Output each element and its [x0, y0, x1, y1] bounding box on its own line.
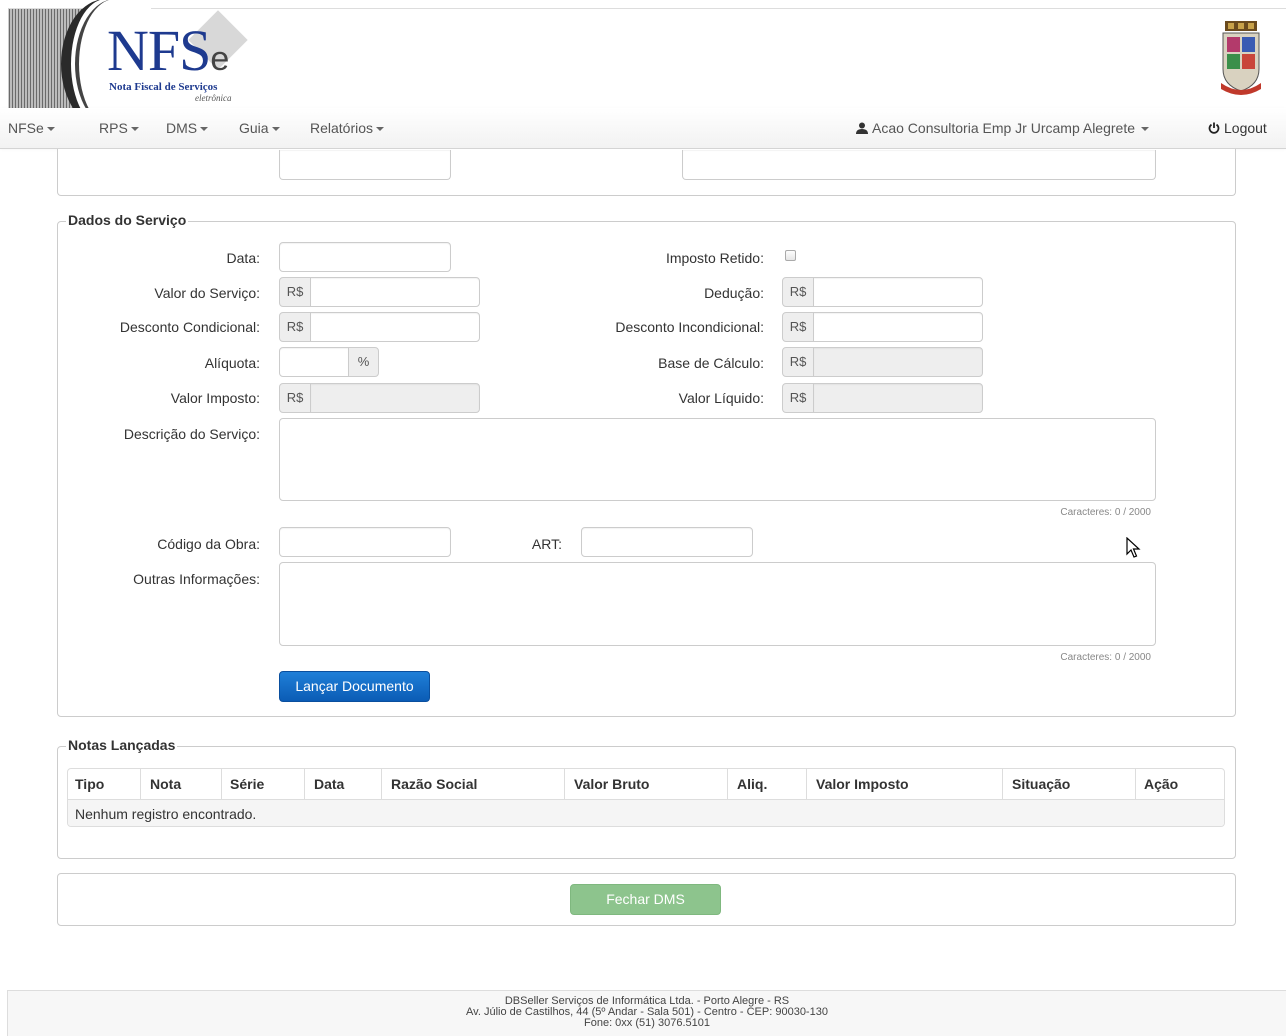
power-icon	[1208, 122, 1220, 134]
col-header-tipo[interactable]: Tipo	[75, 769, 104, 799]
user-dropdown[interactable]: Acao Consultoria Emp Jr Urcamp Alegrete	[856, 108, 1149, 148]
desconto-incondicional-input[interactable]	[813, 312, 983, 342]
col-header-situacao[interactable]: Situação	[1012, 769, 1070, 799]
nav-rps[interactable]: RPS	[99, 108, 139, 148]
previous-input-right[interactable]	[682, 150, 1156, 180]
label-data: Data:	[226, 250, 260, 266]
col-header-valor-bruto[interactable]: Valor Bruto	[574, 769, 649, 799]
footer-phone: Fone: 0xx (51) 3076.5101	[584, 1017, 710, 1029]
label-imposto-retido: Imposto Retido:	[665, 250, 764, 266]
chevron-down-icon	[376, 127, 385, 132]
nav-relatorios[interactable]: Relatórios	[310, 108, 385, 148]
base-calculo-currency-addon: R$	[782, 347, 814, 377]
col-header-serie[interactable]: Série	[230, 769, 264, 799]
label-desconto-incondicional: Desconto Incondicional:	[615, 319, 764, 335]
art-input[interactable]	[581, 527, 753, 557]
logout-button[interactable]: Logout	[1208, 108, 1267, 148]
label-descricao-servico: Descrição do Serviço:	[123, 426, 260, 442]
label-desconto-condicional: Desconto Condicional:	[119, 319, 260, 335]
column-divider	[381, 769, 382, 799]
codigo-obra-input[interactable]	[279, 527, 451, 557]
column-divider	[221, 769, 222, 799]
mouse-cursor-icon	[1126, 537, 1141, 558]
label-art: ART:	[531, 536, 562, 552]
label-outras-informacoes: Outras Informações:	[133, 571, 260, 587]
label-aliquota: Alíquota:	[204, 355, 260, 371]
lancar-documento-button[interactable]: Lançar Documento	[279, 671, 430, 702]
label-codigo-obra: Código da Obra:	[157, 536, 260, 552]
nav-guia[interactable]: Guia	[239, 108, 280, 148]
label-deducao: Dedução:	[704, 285, 764, 301]
previous-input-left[interactable]	[279, 150, 451, 180]
chevron-down-icon	[46, 127, 55, 132]
user-icon	[856, 122, 868, 134]
valor-liquido-input	[813, 383, 983, 413]
col-header-acao[interactable]: Ação	[1144, 769, 1178, 799]
valor-liquido-currency-addon: R$	[782, 383, 814, 413]
column-divider	[564, 769, 565, 799]
servico-legend: Dados do Serviço	[66, 212, 189, 228]
nav-nfse[interactable]: NFSe	[8, 108, 55, 148]
notas-table: Tipo Nota Série Data Razão Social Valor …	[67, 768, 1225, 827]
valor-imposto-input	[310, 383, 480, 413]
nav-dms[interactable]: DMS	[166, 108, 209, 148]
deducao-currency-addon: R$	[782, 277, 814, 307]
col-header-aliq[interactable]: Aliq.	[737, 769, 767, 799]
outras-char-counter: Caracteres: 0 / 2000	[1060, 652, 1151, 663]
column-divider	[140, 769, 141, 799]
logo-subtitle-eletronica: eletrônica	[195, 93, 232, 103]
label-valor-liquido: Valor Líquido:	[678, 390, 764, 406]
label-valor-servico: Valor do Serviço:	[154, 285, 260, 301]
navbar-overlay: NFSe RPS DMS Guia Relatórios Acao Consul…	[0, 108, 1286, 148]
column-divider	[806, 769, 807, 799]
col-header-data[interactable]: Data	[314, 769, 344, 799]
column-divider	[1135, 769, 1136, 799]
nfse-logo: NFSe	[107, 18, 229, 83]
col-header-valor-imposto[interactable]: Valor Imposto	[816, 769, 909, 799]
col-header-nota[interactable]: Nota	[150, 769, 181, 799]
valor-imposto-currency-addon: R$	[279, 383, 311, 413]
chevron-down-icon	[200, 127, 209, 132]
valor-servico-input[interactable]	[310, 277, 480, 307]
chevron-down-icon	[130, 127, 139, 132]
chevron-down-icon	[1141, 127, 1149, 132]
table-empty-row: Nenhum registro encontrado.	[68, 799, 1224, 826]
logo-subtitle: Nota Fiscal de Serviços	[109, 81, 218, 93]
deducao-input[interactable]	[813, 277, 983, 307]
city-crest-icon	[1221, 21, 1261, 95]
descricao-servico-textarea[interactable]	[279, 418, 1156, 501]
aliquota-percent-addon: %	[348, 347, 379, 377]
desconto-condicional-currency-addon: R$	[279, 312, 311, 342]
aliquota-input[interactable]	[279, 347, 349, 377]
column-divider	[304, 769, 305, 799]
app-header: NFSe Nota Fiscal de Serviços eletrônica	[8, 0, 1286, 129]
label-base-calculo: Base de Cálculo:	[658, 355, 764, 371]
desconto-condicional-input[interactable]	[310, 312, 480, 342]
page-footer: DBSeller Serviços de Informática Ltda. -…	[7, 990, 1286, 1036]
col-header-razao-social[interactable]: Razão Social	[391, 769, 477, 799]
valor-servico-currency-addon: R$	[279, 277, 311, 307]
chevron-down-icon	[271, 127, 280, 132]
desconto-incondicional-currency-addon: R$	[782, 312, 814, 342]
notas-legend: Notas Lançadas	[66, 737, 178, 753]
column-divider	[1002, 769, 1003, 799]
base-calculo-input	[813, 347, 983, 377]
outras-informacoes-textarea[interactable]	[279, 562, 1156, 646]
label-valor-imposto: Valor Imposto:	[170, 390, 260, 406]
descricao-char-counter: Caracteres: 0 / 2000	[1060, 507, 1151, 518]
data-input[interactable]	[279, 242, 451, 272]
fechar-dms-button[interactable]: Fechar DMS	[570, 884, 721, 915]
column-divider	[727, 769, 728, 799]
imposto-retido-checkbox[interactable]	[785, 250, 796, 261]
